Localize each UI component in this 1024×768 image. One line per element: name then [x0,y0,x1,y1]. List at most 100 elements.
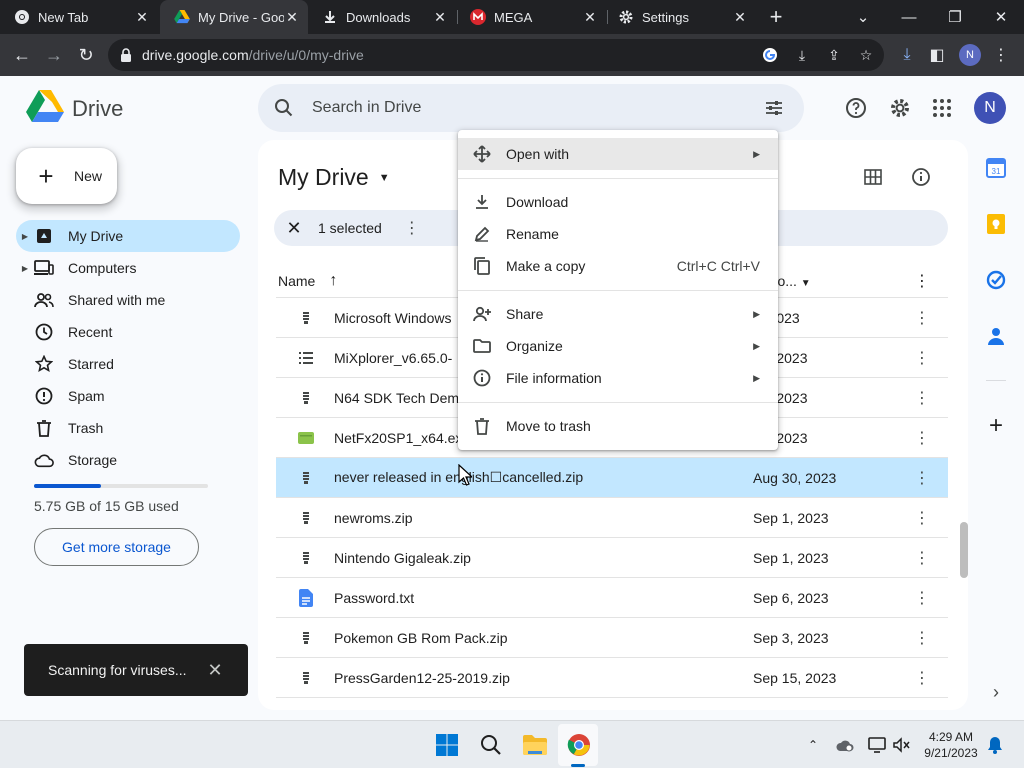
minimize-icon[interactable]: — [886,0,932,34]
forward-icon[interactable]: → [40,41,68,69]
window-close-icon[interactable]: ✕ [978,0,1024,34]
menu-item-file-information[interactable]: File information ▶ [458,362,778,394]
search-icon[interactable] [274,98,294,118]
tab-new-tab[interactable]: New Tab ✕ [0,0,158,34]
tab-downloads[interactable]: Downloads ✕ [308,0,456,34]
close-icon[interactable]: ✕ [432,9,448,25]
table-row-selected[interactable]: never released in english☐cancelled.zip … [276,458,948,498]
table-row[interactable]: Pokemon GB Rom Pack.zip Sep 3, 2023 ⋮ [276,618,948,658]
side-panel-icon[interactable]: ◧ [926,44,948,66]
get-more-storage-button[interactable]: Get more storage [34,528,199,566]
scrollbar-thumb[interactable] [960,522,968,578]
keep-icon[interactable] [984,212,1008,236]
menu-item-organize[interactable]: Organize ▶ [458,330,778,362]
row-more-icon[interactable]: ⋮ [914,668,930,688]
expand-caret-icon[interactable]: ▶ [16,232,28,241]
close-icon[interactable]: ✕ [204,660,226,681]
monitor-icon[interactable] [868,736,886,754]
close-icon[interactable]: ✕ [582,9,598,25]
file-explorer-icon[interactable] [521,731,549,759]
row-more-icon[interactable]: ⋮ [914,508,930,528]
file-date: Sep 15, 2023 [753,669,837,686]
chrome-taskbar-icon[interactable] [565,731,593,759]
sidebar-item-storage[interactable]: Storage [16,444,240,476]
help-icon[interactable] [844,96,868,120]
contacts-icon[interactable] [984,324,1008,348]
taskbar-clock[interactable]: 4:29 AM 9/21/2023 [920,729,982,761]
search-input[interactable]: Search in Drive [312,99,421,117]
sidebar-item-shared[interactable]: Shared with me [16,284,240,316]
table-row[interactable]: Password.txt Sep 6, 2023 ⋮ [276,578,948,618]
filter-tune-icon[interactable] [764,98,784,118]
back-icon[interactable]: ← [8,41,36,69]
row-more-icon[interactable]: ⋮ [914,348,930,368]
tasks-icon[interactable] [984,268,1008,292]
menu-item-rename[interactable]: Rename [458,218,778,250]
volume-muted-icon[interactable] [892,736,910,754]
expand-panel-chevron-icon[interactable]: › [984,680,1008,704]
address-bar[interactable]: drive.google.com/drive/u/0/my-drive ⤓ ⇪ … [108,39,884,71]
settings-gear-icon[interactable] [888,96,912,120]
row-more-icon[interactable]: ⋮ [914,468,930,488]
row-more-icon[interactable]: ⋮ [914,548,930,568]
row-more-icon[interactable]: ⋮ [914,388,930,408]
sidebar-item-my-drive[interactable]: ▶ My Drive [16,220,240,252]
profile-avatar[interactable]: N [959,44,981,66]
sort-arrow-up-icon[interactable]: ↑ [329,272,337,290]
table-row[interactable]: PressGarden12-25-2019.zip Sep 15, 2023 ⋮ [276,658,948,698]
chrome-menu-icon[interactable]: ⋮ [990,44,1012,66]
new-button[interactable]: + New [16,148,117,204]
clear-selection-icon[interactable]: ✕ [284,218,304,239]
row-more-icon[interactable]: ⋮ [914,628,930,648]
row-more-icon[interactable]: ⋮ [914,428,930,448]
install-app-icon[interactable]: ⤓ [792,45,812,65]
menu-item-download[interactable]: Download [458,186,778,218]
reload-icon[interactable]: ↻ [72,41,100,69]
search-icon[interactable] [477,731,505,759]
tab-mega[interactable]: MEGA ✕ [456,0,606,34]
sidebar-item-label: Recent [68,324,113,340]
menu-item-move-to-trash[interactable]: Move to trash [458,410,778,442]
share-icon[interactable]: ⇪ [824,45,844,65]
tab-my-drive[interactable]: My Drive - Goo ✕ [160,0,308,34]
drive-logo-icon[interactable] [26,90,64,124]
apps-grid-icon[interactable] [930,96,954,120]
row-more-icon[interactable]: ⋮ [914,588,930,608]
close-icon[interactable]: ✕ [284,9,300,25]
downloads-icon[interactable]: ⤓ [896,44,918,66]
page-title[interactable]: My Drive ▼ [278,164,390,191]
account-avatar[interactable]: N [974,92,1006,124]
tray-overflow-chevron-icon[interactable]: ⌃ [804,736,822,754]
row-more-icon[interactable]: ⋮ [914,308,930,328]
search-bar[interactable]: Search in Drive [258,84,804,132]
add-addon-icon[interactable]: + [984,412,1008,439]
column-name[interactable]: Name [278,273,315,289]
windows-start-icon[interactable] [433,731,461,759]
google-lens-icon[interactable] [760,45,780,65]
notification-bell-icon[interactable] [986,736,1004,754]
expand-caret-icon[interactable]: ▶ [16,264,28,273]
grid-view-icon[interactable] [862,166,884,188]
sidebar-item-computers[interactable]: ▶ Computers [16,252,240,284]
close-icon[interactable]: ✕ [134,9,150,25]
sidebar-item-spam[interactable]: Spam [16,380,240,412]
details-info-icon[interactable] [910,166,932,188]
calendar-icon[interactable]: 31 [984,156,1008,180]
bookmark-star-icon[interactable]: ☆ [856,45,876,65]
menu-item-open-with[interactable]: Open with ▶ [458,138,778,170]
restore-icon[interactable]: ❐ [932,0,978,34]
sidebar-item-recent[interactable]: Recent [16,316,240,348]
new-tab-button[interactable]: + [756,0,796,34]
onedrive-icon[interactable] [836,736,854,754]
menu-item-make-copy[interactable]: Make a copy Ctrl+C Ctrl+V [458,250,778,282]
close-icon[interactable]: ✕ [732,9,748,25]
sidebar-item-starred[interactable]: Starred [16,348,240,380]
table-row[interactable]: Nintendo Gigaleak.zip Sep 1, 2023 ⋮ [276,538,948,578]
tab-search-icon[interactable]: ⌄ [840,0,886,34]
tab-settings[interactable]: Settings ✕ [604,0,756,34]
menu-item-share[interactable]: Share ▶ [458,298,778,330]
column-options-icon[interactable]: ⋮ [914,271,930,291]
more-actions-icon[interactable]: ⋮ [404,218,420,238]
table-row[interactable]: newroms.zip Sep 1, 2023 ⋮ [276,498,948,538]
sidebar-item-trash[interactable]: Trash [16,412,240,444]
